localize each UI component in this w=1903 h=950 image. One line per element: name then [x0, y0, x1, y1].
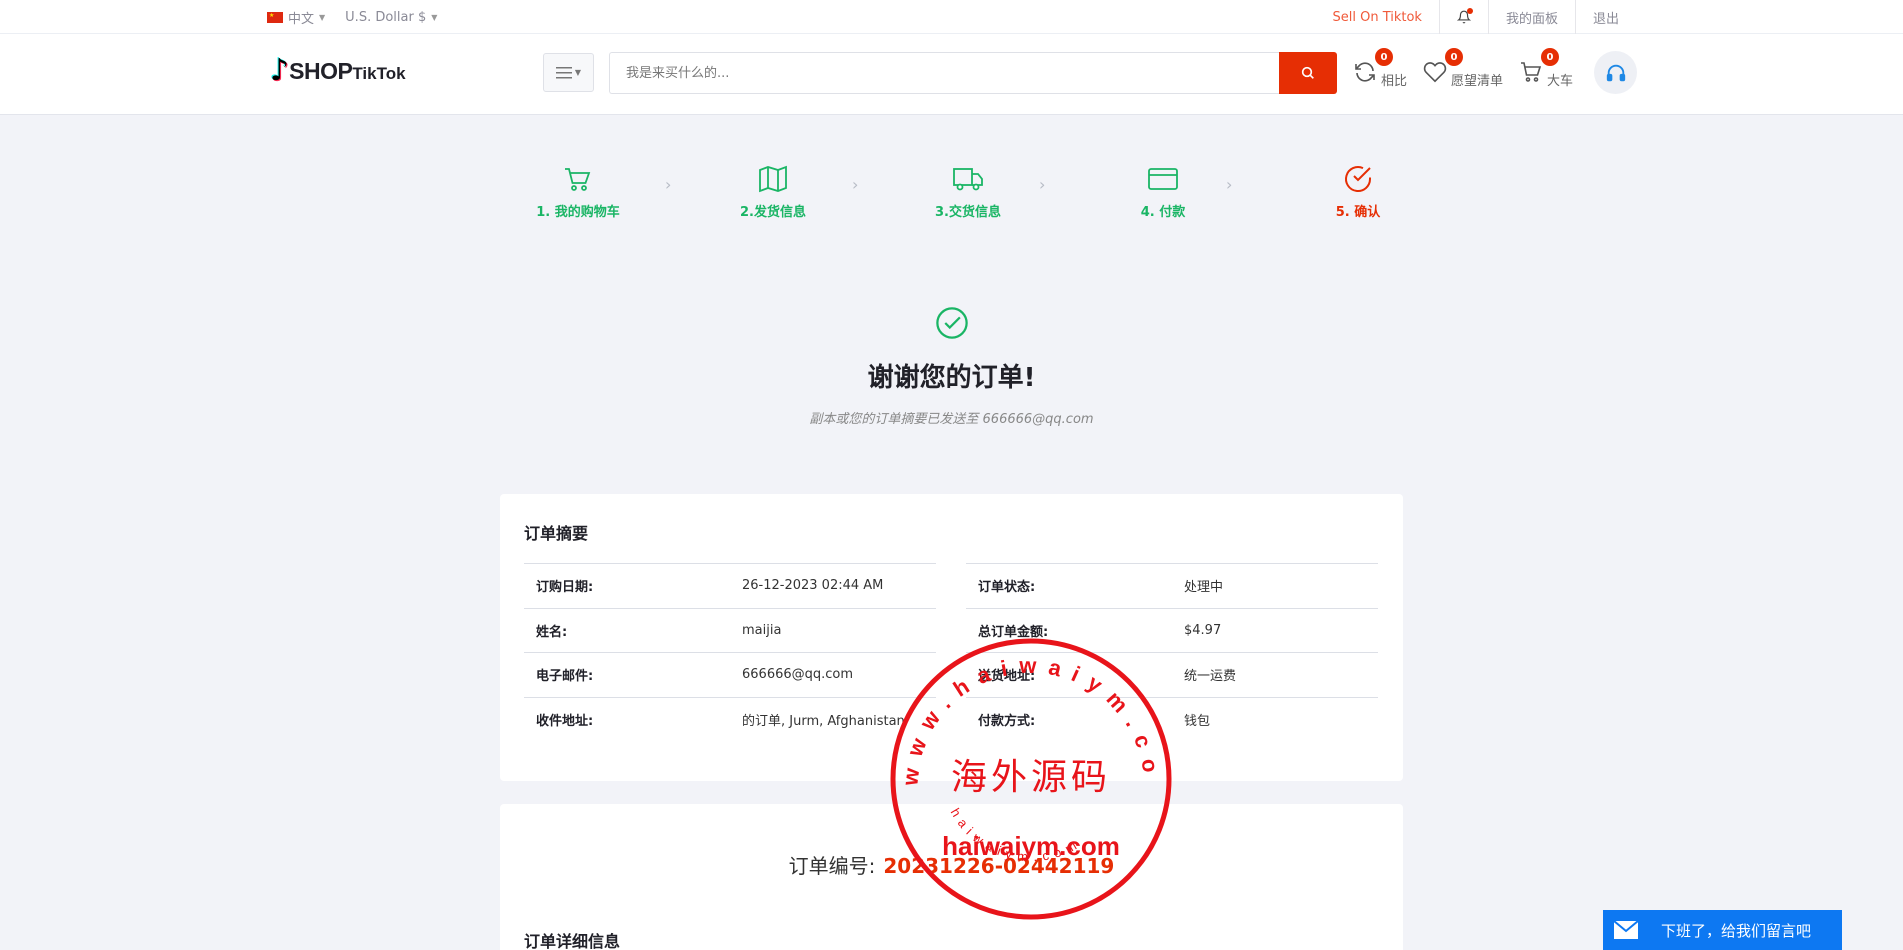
cart-icon [1521, 61, 1542, 82]
row-key: 送货地址: [966, 652, 1172, 697]
chevron-down-icon: ▼ [431, 12, 438, 22]
wishlist-button[interactable]: 0 愿望清单 [1423, 48, 1504, 89]
order-summary-table-left: 订购日期: 26-12-2023 02:44 AM 姓名: maijia 电子邮件:… [524, 563, 936, 742]
heart-icon [1423, 61, 1447, 82]
wishlist-label: 愿望清单 [1451, 74, 1504, 89]
chevron-right-icon: › [1226, 175, 1233, 194]
category-menu-button[interactable]: ▼ [543, 53, 594, 92]
bell-icon [1456, 8, 1473, 24]
row-key: 电子邮件: [524, 652, 730, 697]
table-row: 收件地址: 的订单, Jurm, Afghanistan [524, 696, 936, 742]
step-shipping-info[interactable]: 2.发货信息 [723, 163, 823, 220]
compare-count-badge: 0 [1375, 48, 1393, 66]
row-value: 26-12-2023 02:44 AM [730, 563, 936, 608]
table-row: 订购日期: 26-12-2023 02:44 AM [524, 563, 936, 608]
refresh-icon [1355, 61, 1375, 82]
table-row: 姓名: maijia [524, 607, 936, 653]
chevron-right-icon: › [1039, 175, 1046, 194]
row-key: 订单状态: [966, 563, 1172, 608]
order-code: 订单编号: 20231226-02442119 [500, 850, 1403, 879]
order-code-label: 订单编号: [788, 854, 876, 878]
map-icon [759, 165, 787, 193]
search-input[interactable] [609, 52, 1279, 94]
row-value: 的订单, Jurm, Afghanistan [730, 696, 936, 742]
thank-you-section: 谢谢您的订单! 副本或您的订单摘要已发送至 666666@qq.com [0, 305, 1903, 427]
table-row: 电子邮件: 666666@qq.com [524, 652, 936, 697]
step-confirm[interactable]: 5. 确认 [1308, 163, 1408, 220]
chevron-right-icon: › [665, 175, 672, 194]
top-bar: 中文 ▼ U.S. Dollar $ ▼ Sell On Tiktok 我的面板… [0, 0, 1903, 34]
section-title: 订单摘要 [524, 524, 589, 543]
logo-tiktok-text: TikTok [352, 63, 406, 83]
table-row: 总订单金额: $4.97 [966, 607, 1378, 653]
order-summary-card: 订单摘要 订购日期: 26-12-2023 02:44 AM 姓名: maijia … [500, 494, 1403, 781]
cart-icon [565, 168, 591, 191]
row-key: 订购日期: [524, 563, 730, 608]
site-logo[interactable]: ♪ SHOP TikTok [270, 56, 406, 86]
language-label: 中文 [288, 11, 315, 27]
step-payment[interactable]: 4. 付款 [1113, 163, 1213, 220]
row-value: 666666@qq.com [730, 652, 936, 697]
table-row: 送货地址: 统一运费 [966, 652, 1378, 697]
envelope-icon [1613, 920, 1639, 939]
step-label: 3.交货信息 [935, 205, 1001, 220]
row-value: 钱包 [1172, 696, 1378, 742]
row-value: maijia [730, 607, 936, 653]
section-title: 订单详细信息 [524, 932, 621, 950]
truck-icon [953, 168, 983, 191]
cart-label: 大车 [1547, 74, 1574, 89]
step-label: 5. 确认 [1335, 205, 1381, 220]
logo-shop-text: SHOP [289, 57, 353, 84]
support-button[interactable] [1594, 51, 1637, 94]
sell-on-tiktok-link[interactable]: Sell On Tiktok [1315, 0, 1438, 34]
notifications-button[interactable] [1438, 0, 1488, 34]
check-circle-icon [935, 307, 968, 339]
chat-widget-button[interactable]: 下班了，给我们留言吧 [1603, 910, 1842, 950]
chevron-right-icon: › [852, 175, 859, 194]
row-value: $4.97 [1172, 607, 1378, 653]
wishlist-count-badge: 0 [1445, 48, 1464, 66]
step-label: 4. 付款 [1140, 205, 1186, 220]
order-details-card: 订单编号: 20231226-02442119 订单详细信息 [500, 804, 1403, 950]
cart-count-badge: 0 [1541, 48, 1560, 66]
headset-icon [1606, 64, 1625, 81]
chevron-down-icon: ▼ [574, 68, 582, 77]
cart-button[interactable]: 0 大车 [1519, 48, 1574, 89]
row-key: 姓名: [524, 607, 730, 653]
chat-label: 下班了，给我们留言吧 [1661, 921, 1812, 940]
step-label: 2.发货信息 [740, 205, 806, 220]
table-row: 订单状态: 处理中 [966, 563, 1378, 608]
compare-button[interactable]: 0 相比 [1353, 48, 1408, 89]
email-confirmation-note: 副本或您的订单摘要已发送至 666666@qq.com [809, 412, 1094, 427]
checkout-steps: 1. 我的购物车 2.发货信息 3.交货信息 4. 付款 5. 确认 › › ›… [528, 163, 1408, 220]
china-flag-icon [267, 11, 283, 23]
compare-label: 相比 [1381, 74, 1408, 89]
row-key: 总订单金额: [966, 607, 1172, 653]
chevron-down-icon: ▼ [319, 12, 326, 22]
credit-card-icon [1148, 168, 1178, 190]
row-key: 付款方式: [966, 696, 1172, 742]
currency-label: U.S. Dollar $ [345, 9, 427, 25]
check-circle-icon [1345, 166, 1371, 192]
hamburger-icon [555, 66, 572, 78]
search-icon [1301, 66, 1314, 79]
page-title: 谢谢您的订单! [867, 363, 1036, 393]
tiktok-logo-icon: ♪ [270, 53, 290, 88]
table-row: 付款方式: 钱包 [966, 696, 1378, 742]
notification-dot [1466, 8, 1473, 14]
search-button[interactable] [1279, 52, 1337, 94]
row-value: 处理中 [1172, 563, 1378, 608]
language-selector[interactable]: 中文 ▼ [267, 8, 325, 27]
logout-link[interactable]: 退出 [1574, 0, 1636, 34]
search-bar [609, 52, 1337, 94]
order-code-value: 20231226-02442119 [883, 854, 1115, 878]
order-summary-table-right: 订单状态: 处理中 总订单金额: $4.97 送货地址: 统一运费 付款方式: 钱包 [966, 563, 1378, 742]
step-delivery-info[interactable]: 3.交货信息 [918, 163, 1018, 220]
dashboard-link[interactable]: 我的面板 [1487, 0, 1575, 34]
row-key: 收件地址: [524, 696, 730, 742]
currency-selector[interactable]: U.S. Dollar $ ▼ [345, 10, 437, 25]
step-cart[interactable]: 1. 我的购物车 [528, 163, 628, 220]
step-label: 1. 我的购物车 [536, 205, 620, 220]
row-value: 统一运费 [1172, 652, 1378, 697]
